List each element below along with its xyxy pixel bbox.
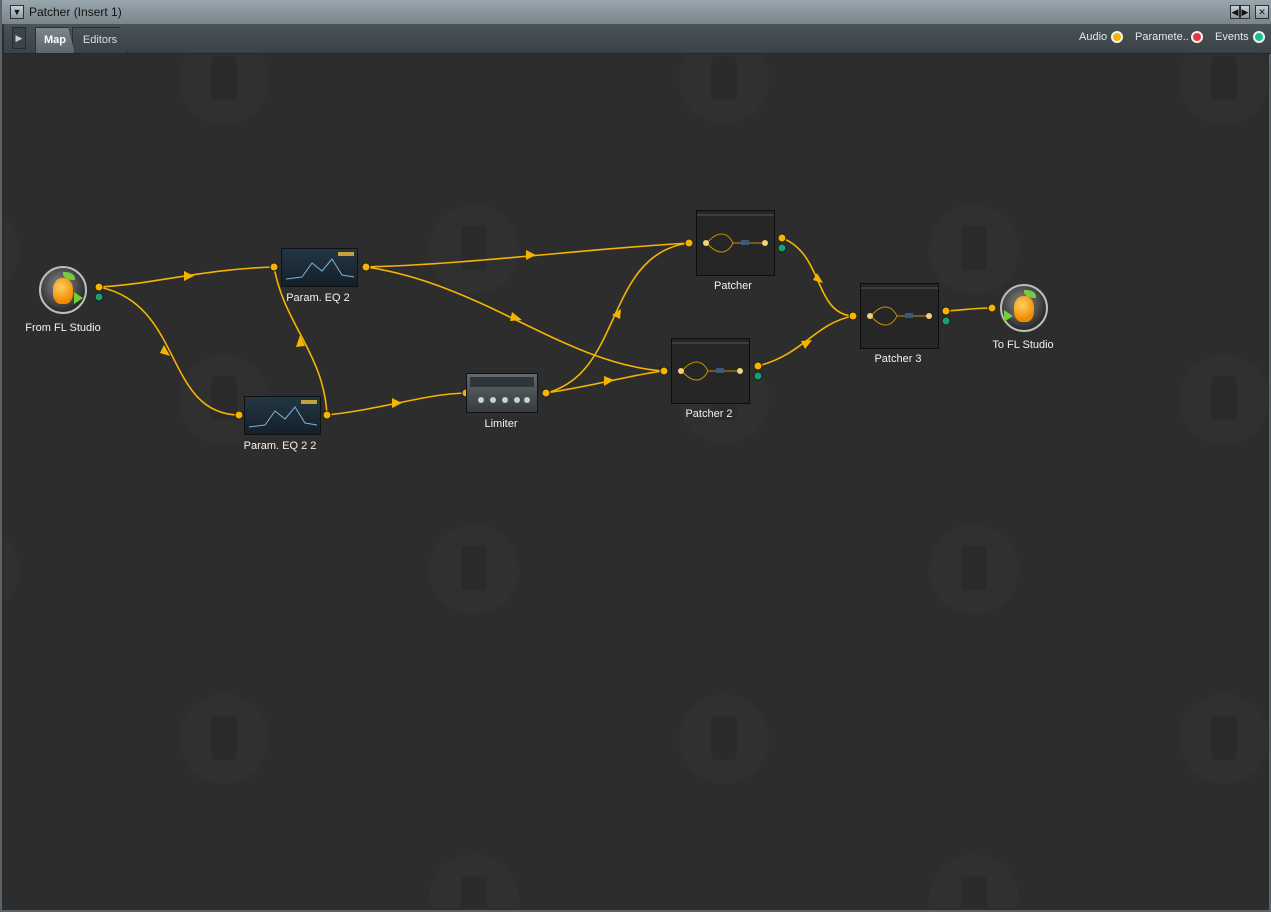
wire (98, 286, 240, 416)
window-title: Patcher (Insert 1) (29, 5, 122, 19)
audio-out-port (941, 306, 951, 316)
patcher-3-node[interactable] (860, 283, 939, 349)
next-arrow-icon[interactable]: ▶ (1240, 5, 1250, 19)
audio-in-port (684, 238, 694, 248)
legend-parameters-dot[interactable] (1191, 31, 1203, 43)
audio-out-port (361, 262, 371, 272)
wire (945, 307, 993, 312)
expand-arrow-icon[interactable]: ▶ (12, 27, 26, 49)
patch-map-canvas[interactable]: From FL Studio Param. EQ 2 Param. EQ 2 2 (4, 54, 1271, 908)
input-arrow-icon (1004, 310, 1013, 322)
patcher-2-label: Patcher 2 (685, 408, 733, 420)
wire-arrow-icon (526, 250, 536, 260)
audio-out-port (541, 388, 551, 398)
legend-events-label: Events (1215, 31, 1249, 43)
event-out-port (94, 292, 104, 302)
event-out-port (941, 316, 951, 326)
legend-parameters-label: Paramete.. (1135, 31, 1189, 43)
audio-in-port (269, 262, 279, 272)
param-eq-2-node[interactable] (281, 248, 358, 287)
audio-out-port (94, 282, 104, 292)
output-arrow-icon (74, 292, 83, 304)
patcher-map-icon (861, 287, 938, 326)
wire-arrow-icon (392, 398, 402, 408)
window-menu-button[interactable]: ▼ (10, 5, 24, 19)
param-eq-2-2-label: Param. EQ 2 2 (243, 440, 317, 452)
limiter-knobs-icon (470, 377, 534, 403)
patcher-label: Patcher (714, 280, 752, 292)
limiter-label: Limiter (484, 418, 518, 430)
patcher-map-icon (672, 342, 749, 381)
fl-studio-icon (1014, 296, 1034, 322)
tab-map[interactable]: Map (35, 27, 75, 53)
limiter-node[interactable] (466, 373, 538, 413)
audio-in-port (987, 303, 997, 313)
legend-audio-label: Audio (1079, 31, 1108, 43)
event-out-port (777, 243, 787, 253)
fl-studio-icon (53, 278, 73, 304)
audio-in-port (234, 410, 244, 420)
wires-layer (94, 233, 997, 420)
tab-editors[interactable]: Editors (72, 27, 128, 53)
close-button[interactable]: ✕ (1255, 5, 1269, 19)
eq-curve-icon (285, 252, 355, 280)
audio-out-port (753, 361, 763, 371)
patcher-3-label: Patcher 3 (874, 353, 922, 365)
wire-arrow-icon (510, 312, 522, 321)
title-bar[interactable]: ▼ Patcher (Insert 1) ◀ ▶ ✕ (2, 0, 1271, 25)
audio-in-port (848, 311, 858, 321)
legend-events-dot[interactable] (1253, 31, 1265, 43)
patcher-node[interactable] (696, 210, 775, 276)
param-eq-2-label: Param. EQ 2 (286, 292, 350, 304)
eq-curve-icon (248, 400, 318, 428)
patcher-2-node[interactable] (671, 338, 750, 404)
audio-out-port (322, 410, 332, 420)
event-out-port (753, 371, 763, 381)
wire-arrow-icon (184, 271, 194, 281)
patcher-window: ▼ Patcher (Insert 1) ◀ ▶ ✕ ▶ Editors Map… (0, 0, 1271, 912)
to-fl-studio-label: To FL Studio (992, 339, 1054, 351)
from-fl-studio-label: From FL Studio (25, 322, 101, 334)
legend-audio-dot[interactable] (1111, 31, 1123, 43)
prev-arrow-icon[interactable]: ◀ (1230, 5, 1240, 19)
from-fl-studio-node[interactable] (39, 266, 87, 314)
to-fl-studio-node[interactable] (1000, 284, 1048, 332)
patcher-map-icon (697, 214, 774, 253)
audio-out-port (777, 233, 787, 243)
wire-arrow-icon (160, 345, 170, 356)
audio-in-port (659, 366, 669, 376)
param-eq-2-2-node[interactable] (244, 396, 321, 435)
